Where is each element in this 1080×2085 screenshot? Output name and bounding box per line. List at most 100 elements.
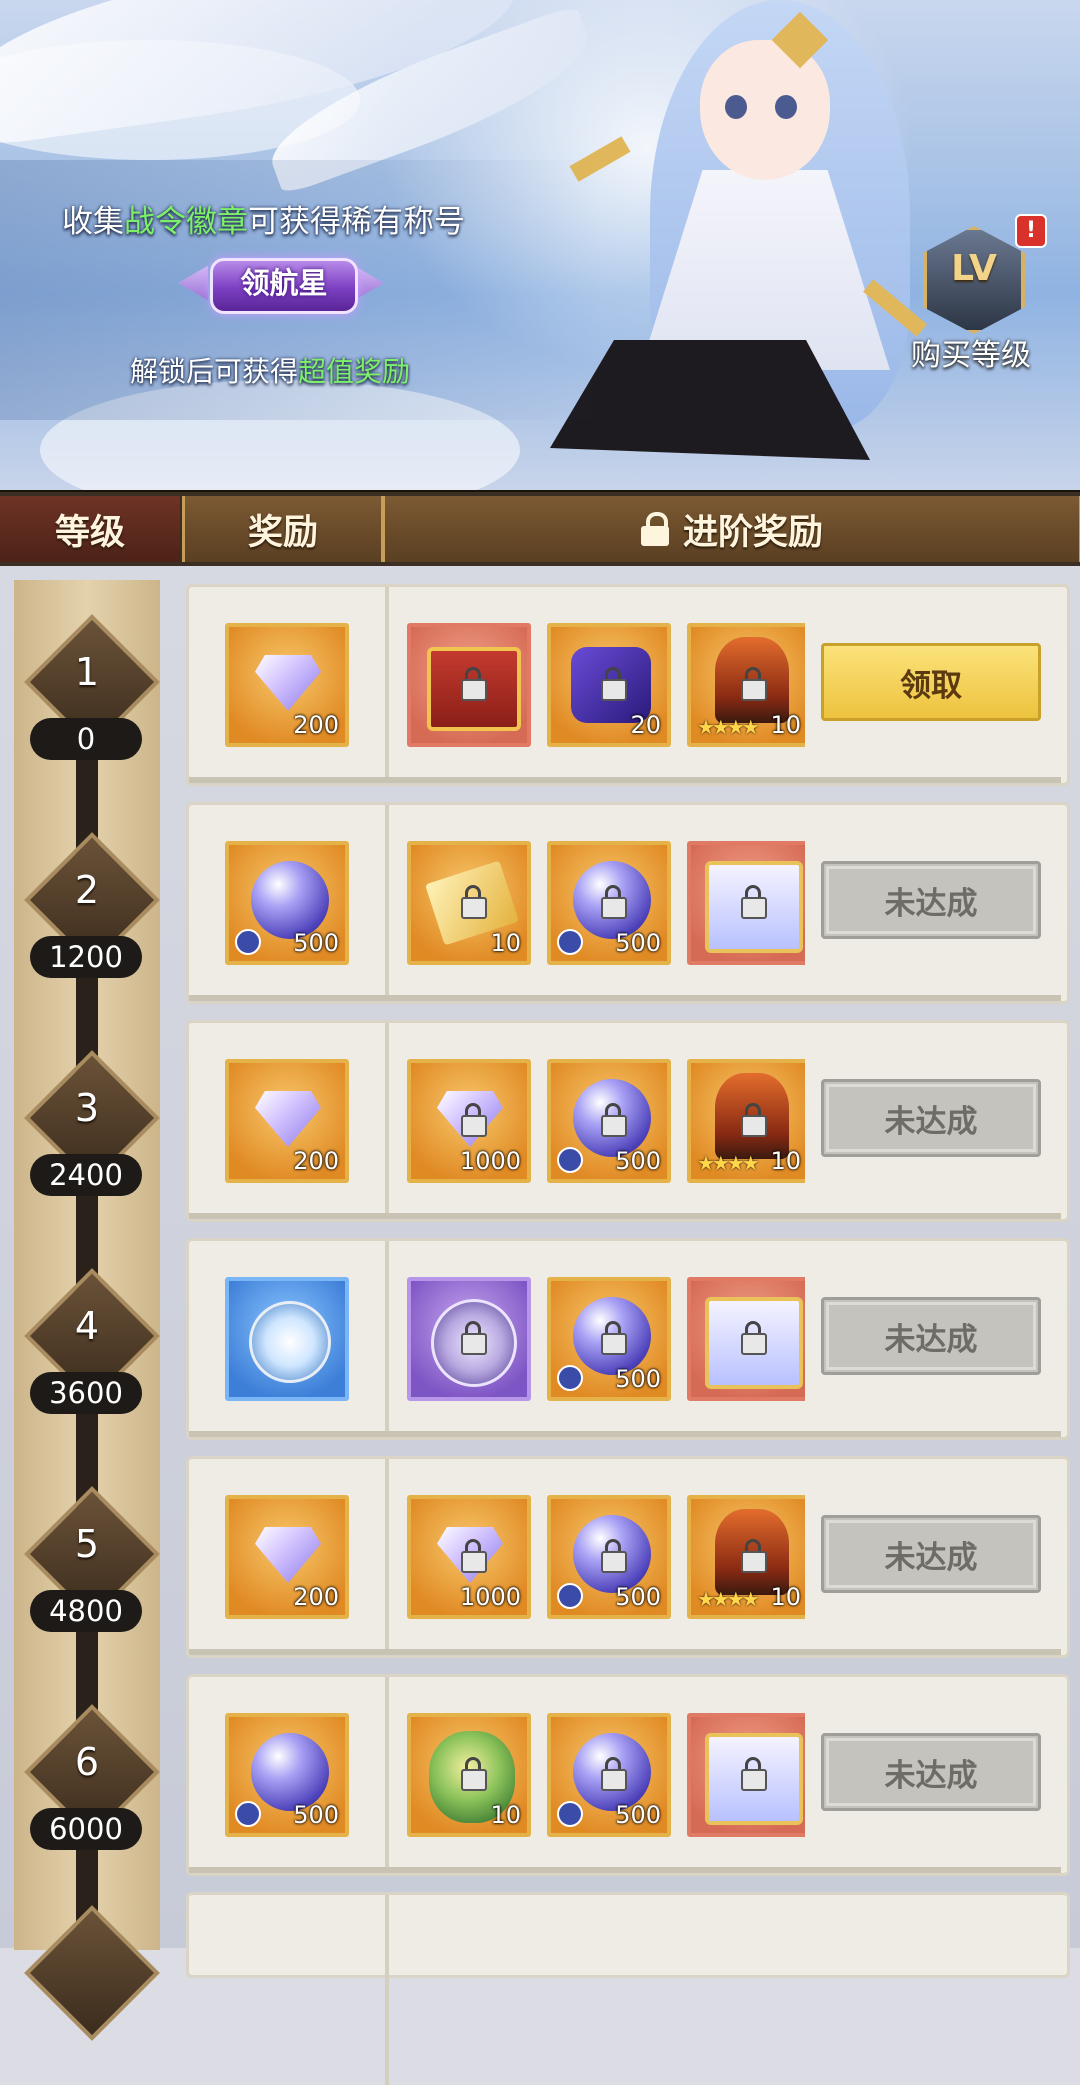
free-reward-item[interactable]: 200 [225, 1495, 349, 1619]
banner-unlock-text: 解锁后可获得超值奖励 [130, 355, 411, 388]
clock-icon [235, 1801, 261, 1827]
item-quantity: 10 [770, 1583, 801, 1611]
free-reward-item[interactable]: 500 [225, 1713, 349, 1837]
row-clip-edge [805, 1241, 815, 1431]
level-number: 1 [74, 650, 100, 694]
advanced-reward-item[interactable] [687, 841, 811, 965]
clock-icon [557, 1583, 583, 1609]
level-node: 5 4800 [20, 1486, 160, 1636]
rare-title-badge: 领航星 [178, 248, 384, 318]
level-number: 5 [74, 1522, 100, 1566]
row-divider [385, 805, 389, 995]
lock-icon [599, 667, 627, 701]
row-divider [385, 1895, 389, 2085]
advanced-reward-item[interactable]: 500 [547, 1059, 671, 1183]
lock-icon [459, 1539, 487, 1573]
advanced-reward-item[interactable]: ★★★★ 10 [687, 1059, 811, 1183]
row-divider [385, 1241, 389, 1431]
row-shadow [189, 995, 1061, 1001]
advanced-reward-item[interactable] [407, 623, 531, 747]
item-quantity: 200 [293, 1583, 339, 1611]
lock-icon [459, 1321, 487, 1355]
not-reached-button[interactable]: 未达成 [821, 1733, 1041, 1811]
advanced-reward-item[interactable]: 500 [547, 1495, 671, 1619]
reward-row-partial [186, 1892, 1070, 2085]
advanced-reward-item[interactable]: 500 [547, 841, 671, 965]
lock-icon [739, 885, 767, 919]
row-clip-edge [805, 1677, 815, 1867]
advanced-reward-item[interactable] [687, 1277, 811, 1401]
advanced-reward-item[interactable]: 10 [407, 1713, 531, 1837]
crystal-gem-icon [255, 655, 321, 711]
row-shadow [189, 1867, 1061, 1873]
item-quantity: 500 [615, 1365, 661, 1393]
badge-wing-left [178, 265, 208, 301]
crystal-gem-icon [255, 1527, 321, 1583]
level-number: 4 [74, 1304, 100, 1348]
character-eye [725, 95, 747, 119]
row-divider [385, 1459, 389, 1649]
crystal-gem-icon [255, 1091, 321, 1147]
free-reward-item[interactable] [225, 1277, 349, 1401]
advanced-reward-item[interactable]: 10 [407, 841, 531, 965]
clock-icon [557, 929, 583, 955]
item-quantity: 10 [770, 1147, 801, 1175]
reward-row: 200 1000 500 ★★★★ 10 未达成 [186, 1020, 1070, 1222]
level-number: 3 [74, 1086, 100, 1130]
header-advanced-reward[interactable]: 进阶奖励 [382, 496, 1080, 562]
advanced-reward-item[interactable]: 20 [547, 623, 671, 747]
row-shadow [189, 1649, 1061, 1655]
not-reached-button[interactable]: 未达成 [821, 861, 1041, 939]
character-eye [775, 95, 797, 119]
lock-icon [739, 1321, 767, 1355]
reward-row: 200 1000 500 ★★★★ 10 未达成 [186, 1456, 1070, 1658]
lock-icon [739, 1103, 767, 1137]
item-quantity: 10 [490, 929, 521, 957]
advanced-reward-item[interactable]: ★★★★ 10 [687, 623, 811, 747]
advanced-reward-item[interactable] [687, 1713, 811, 1837]
clock-icon [557, 1147, 583, 1173]
item-quantity: 500 [615, 929, 661, 957]
advanced-reward-item[interactable]: 1000 [407, 1495, 531, 1619]
snowflake-badge-icon [249, 1301, 331, 1383]
level-points: 1200 [30, 936, 142, 978]
star-rating-icon: ★★★★ [697, 1587, 760, 1611]
clock-icon [557, 1365, 583, 1391]
lock-icon [599, 885, 627, 919]
item-quantity: 1000 [459, 1147, 521, 1175]
event-banner: 收集战令徽章可获得稀有称号 领航星 解锁后可获得超值奖励 LV ! 购买等级 [0, 0, 1080, 490]
not-reached-button[interactable]: 未达成 [821, 1079, 1041, 1157]
item-quantity: 500 [293, 1801, 339, 1829]
energy-orb-icon [251, 1733, 329, 1811]
header-level: 等级 [0, 496, 180, 562]
not-reached-button[interactable]: 未达成 [821, 1515, 1041, 1593]
level-node: 6 6000 [20, 1704, 160, 1854]
buy-level-label: 购买等级 [911, 338, 1031, 373]
row-shadow [189, 1213, 1061, 1219]
energy-orb-icon [251, 861, 329, 939]
not-reached-button[interactable]: 未达成 [821, 1297, 1041, 1375]
advanced-reward-item[interactable] [407, 1277, 531, 1401]
buy-level-button[interactable]: LV ! 购买等级 [905, 214, 1047, 373]
advanced-reward-item[interactable]: ★★★★ 10 [687, 1495, 811, 1619]
item-quantity: 1000 [459, 1583, 521, 1611]
free-reward-item[interactable]: 200 [225, 1059, 349, 1183]
level-node-partial [20, 1905, 160, 2055]
reward-table-header: 等级 奖励 进阶奖励 [0, 490, 1080, 568]
free-reward-item[interactable]: 200 [225, 623, 349, 747]
item-quantity: 500 [615, 1583, 661, 1611]
lock-icon [459, 1103, 487, 1137]
free-reward-item[interactable]: 500 [225, 841, 349, 965]
claim-button[interactable]: 领取 [821, 643, 1041, 721]
row-divider [385, 587, 389, 777]
advanced-reward-item[interactable]: 500 [547, 1277, 671, 1401]
clock-icon [557, 1801, 583, 1827]
item-quantity: 200 [293, 1147, 339, 1175]
item-quantity: 10 [770, 711, 801, 739]
star-rating-icon: ★★★★ [697, 715, 760, 739]
badge-highlight: 战令徽章 [124, 204, 248, 240]
advanced-reward-item[interactable]: 1000 [407, 1059, 531, 1183]
lock-icon [599, 1539, 627, 1573]
item-quantity: 500 [615, 1801, 661, 1829]
advanced-reward-item[interactable]: 500 [547, 1713, 671, 1837]
